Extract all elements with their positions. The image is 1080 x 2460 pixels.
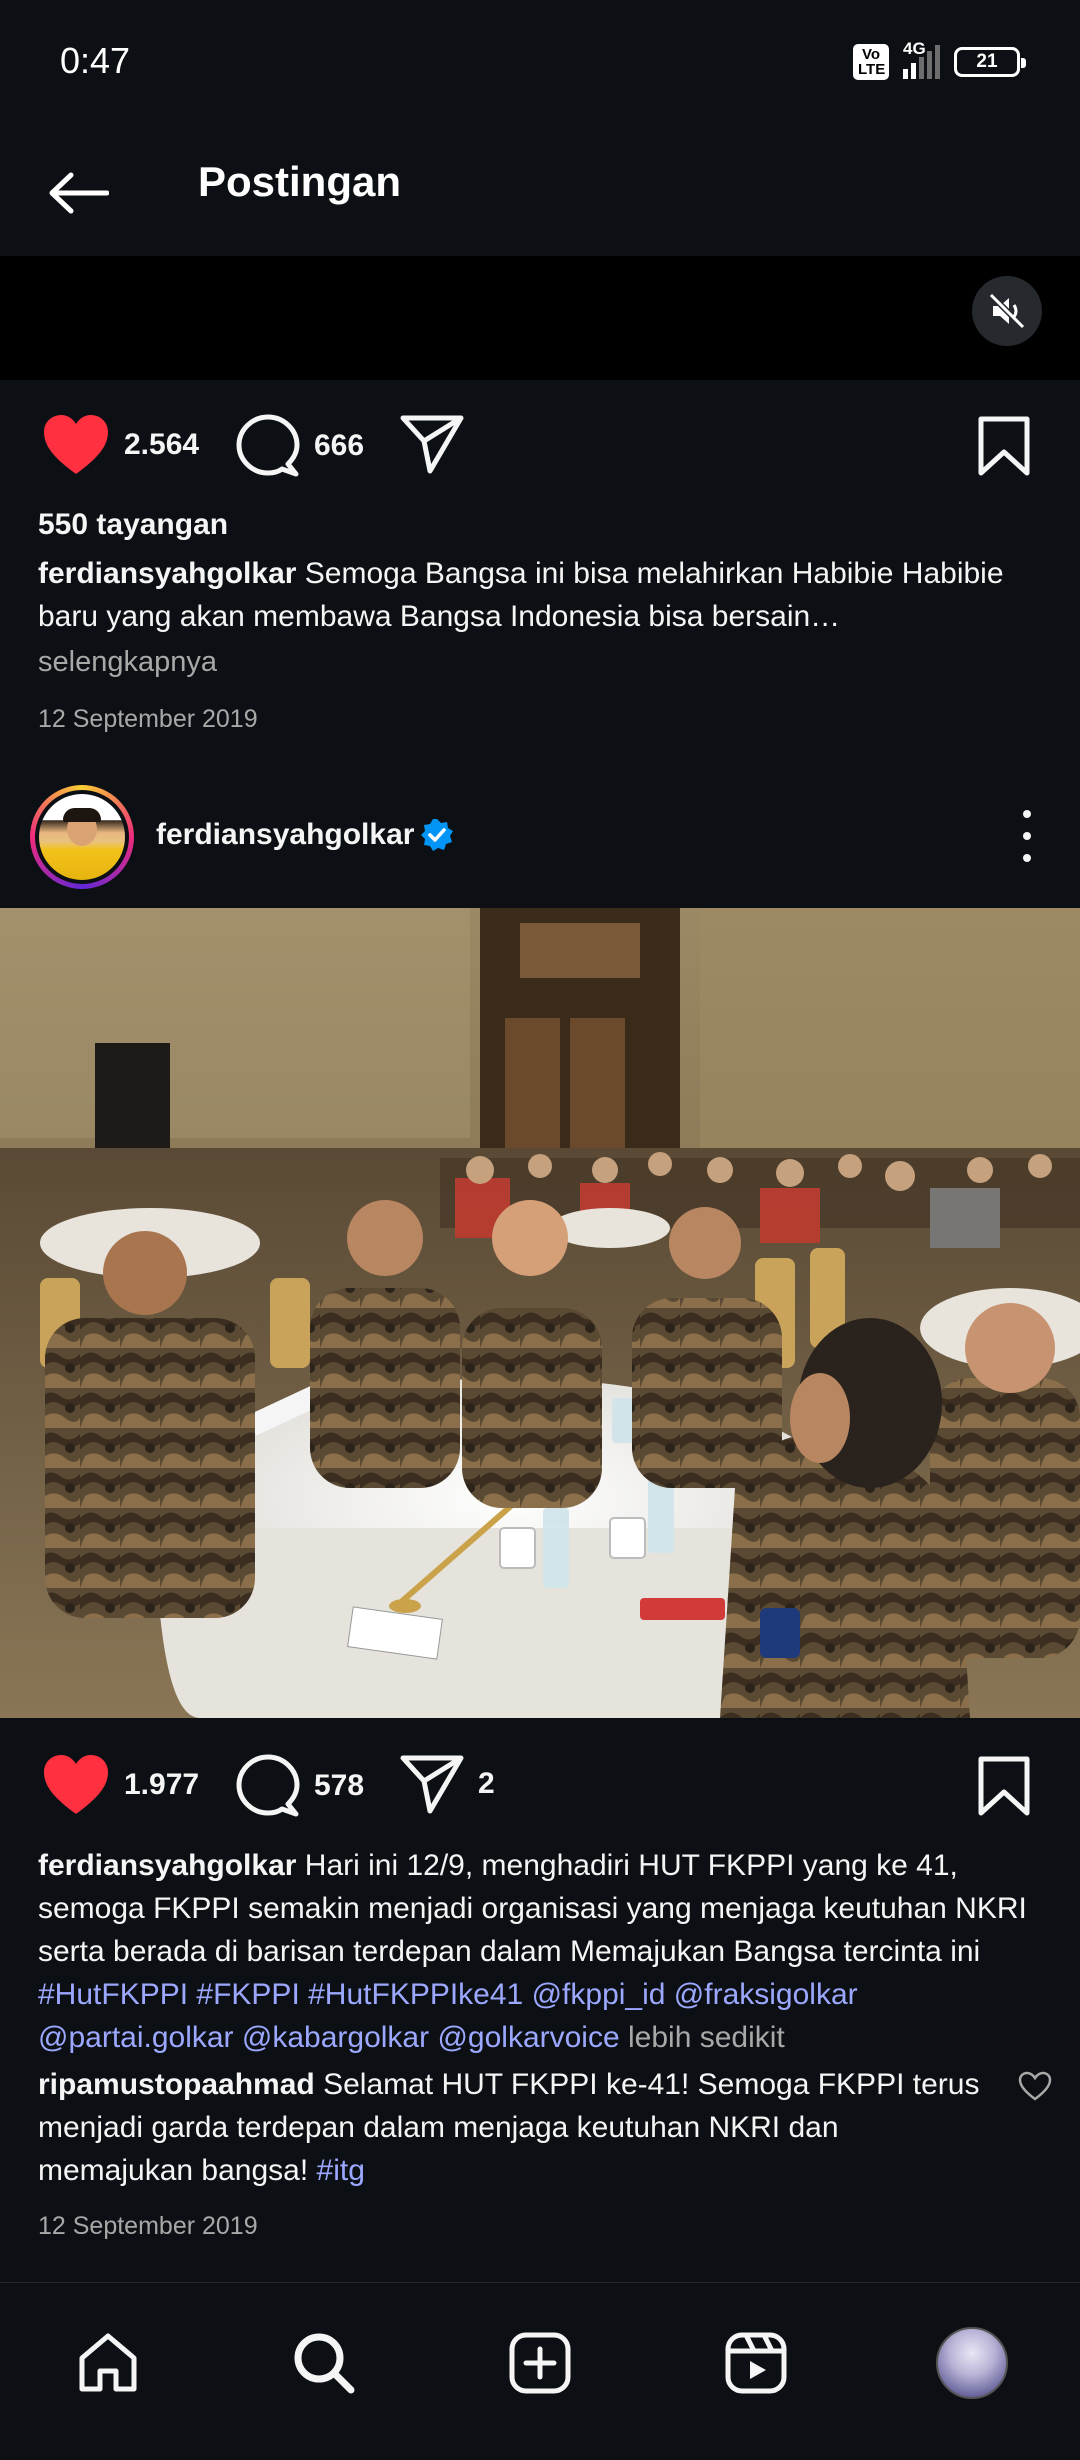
caption-username[interactable]: ferdiansyahgolkar [38, 1849, 296, 1882]
comment-count: 666 [314, 429, 365, 462]
view-count: 550 tayangan [38, 508, 229, 541]
search-icon [294, 2333, 355, 2394]
post-photo[interactable] [0, 908, 1080, 1718]
battery-level: 21 [976, 51, 998, 72]
post1-caption: ferdiansyahgolkar Semoga Bangsa ini bisa… [38, 552, 1048, 734]
save-button[interactable] [978, 1756, 1030, 1821]
caption-username[interactable]: ferdiansyahgolkar [38, 557, 296, 590]
mention-link[interactable]: @fkppi_id [532, 1978, 666, 2011]
reels-icon [725, 2332, 787, 2394]
comment-username[interactable]: ripamustopaahmad [38, 2068, 315, 2101]
like-count: 1.977 [124, 1768, 200, 1801]
comment-button[interactable]: 578 [236, 1754, 364, 1818]
profile-avatar [936, 2327, 1008, 2399]
comment-count: 578 [314, 1769, 365, 1802]
comment-icon [236, 1754, 300, 1817]
top-app-bar: Postingan [0, 130, 1080, 256]
battery-icon: 21 [954, 47, 1026, 77]
heart-outline-icon[interactable] [1018, 2071, 1052, 2101]
avatar [39, 794, 125, 880]
send-icon [400, 415, 464, 474]
arrow-left-icon [49, 172, 109, 214]
video-player[interactable] [0, 256, 1080, 380]
hashtag-link[interactable]: #FKPPI [196, 1978, 299, 2011]
mention-link[interactable]: @golkarvoice [437, 2021, 619, 2054]
comment-button[interactable]: 666 [236, 414, 364, 478]
bottom-nav [0, 2282, 1080, 2460]
post1-actions: 2.564 666 [0, 394, 1080, 494]
share-button[interactable] [400, 414, 464, 474]
share-count: 2 [478, 1767, 495, 1800]
page-title: Postingan [198, 158, 402, 205]
mute-button[interactable] [972, 276, 1042, 346]
create-icon [509, 2332, 571, 2394]
nav-reels[interactable] [716, 2323, 796, 2403]
nav-home[interactable] [68, 2323, 148, 2403]
nav-create[interactable] [500, 2323, 580, 2403]
mention-link[interactable]: @fraksigolkar [674, 1978, 858, 2011]
verified-badge-icon [421, 819, 453, 851]
heart-filled-icon [44, 415, 108, 474]
post-date: 12 September 2019 [38, 2212, 258, 2240]
more-link[interactable]: selengkapnya [38, 646, 1048, 679]
less-link[interactable]: lebih sedikit [628, 2021, 785, 2054]
mention-link[interactable]: @partai.golkar [38, 2021, 234, 2054]
signal-icon: 4G [903, 39, 940, 79]
like-button[interactable]: 2.564 [42, 414, 199, 476]
send-icon [400, 1755, 464, 1814]
back-button[interactable] [40, 158, 116, 228]
caption: ferdiansyahgolkar Semoga Bangsa ini bisa… [38, 552, 1048, 638]
speaker-muted-icon [988, 292, 1026, 330]
volte-icon: Vo LTE [853, 44, 889, 80]
comment-icon [236, 414, 300, 477]
like-button[interactable]: 1.977 [42, 1754, 199, 1816]
status-icons: Vo LTE 4G 21 [853, 39, 1026, 80]
share-button[interactable]: 2 [400, 1754, 495, 1814]
comment-preview: ripamustopaahmad Selamat HUT FKPPI ke-41… [38, 2063, 1052, 2192]
home-icon [79, 2333, 137, 2392]
post2-header: ferdiansyahgolkar [0, 770, 1080, 900]
heart-filled-icon [44, 1755, 108, 1814]
event-photo-illustration [0, 908, 1080, 1718]
save-button[interactable] [978, 416, 1030, 481]
hashtag-link[interactable]: #HutFKPPI [38, 1978, 188, 2011]
network-type: 4G [903, 39, 926, 58]
post2-actions: 1.977 578 2 [0, 1734, 1080, 1834]
bookmark-icon [978, 1756, 1030, 1816]
post2-caption: ferdiansyahgolkar Hari ini 12/9, menghad… [38, 1844, 1052, 2241]
post-date: 12 September 2019 [38, 705, 258, 733]
hashtag-link[interactable]: #HutFKPPIke41 [308, 1978, 523, 2011]
story-ring[interactable] [30, 785, 134, 889]
nav-profile[interactable] [932, 2323, 1012, 2403]
mention-link[interactable]: @kabargolkar [242, 2021, 429, 2054]
like-count: 2.564 [124, 428, 200, 461]
bookmark-icon [978, 416, 1030, 476]
status-bar: 0:47 Vo LTE 4G 21 [0, 0, 1080, 130]
post-username[interactable]: ferdiansyahgolkar [156, 818, 414, 852]
nav-search[interactable] [284, 2323, 364, 2403]
status-time: 0:47 [60, 40, 131, 81]
post1-info: 550 tayangan [38, 508, 1048, 542]
hashtag-link[interactable]: #itg [317, 2154, 365, 2187]
caption: ferdiansyahgolkar Hari ini 12/9, menghad… [38, 1844, 1048, 2059]
more-options-icon[interactable] [1012, 810, 1042, 862]
